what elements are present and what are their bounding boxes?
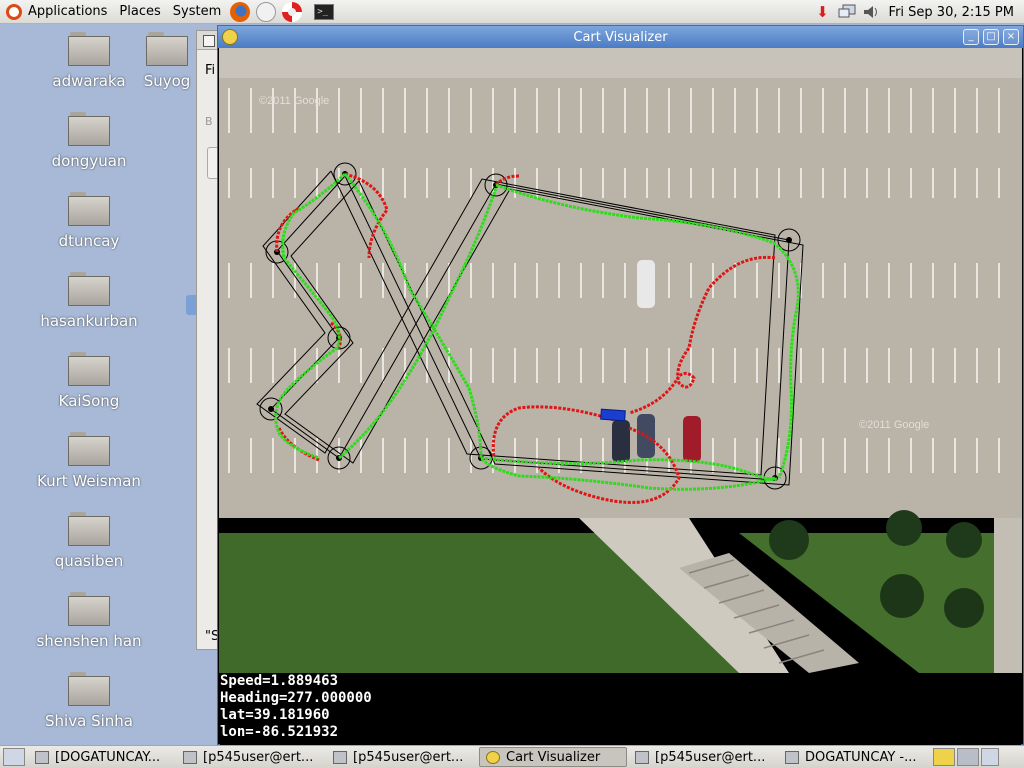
back-window-toolbar-fragment: B <box>205 115 213 128</box>
desktop-folder-quasiben[interactable]: quasiben <box>34 512 144 570</box>
cart-visualizer-icon <box>486 750 500 764</box>
volume-icon-graphic <box>863 6 877 18</box>
folder-icon <box>68 592 110 626</box>
taskbar-item-label: [p545user@ert... <box>203 749 314 765</box>
desktop-folder-label: dtuncay <box>58 232 120 250</box>
firefox-launcher[interactable] <box>229 1 251 22</box>
cart-visualizer-window[interactable]: Cart Visualizer _ □ × ©2011 Google ©2011… <box>217 25 1024 745</box>
desktop-folder-shenshen-han[interactable]: shenshen han <box>34 592 144 650</box>
window-icon <box>35 750 49 764</box>
taskbar-item[interactable]: [p545user@ert... <box>629 747 777 767</box>
network-icon[interactable] <box>837 3 857 21</box>
speed-readout: Speed=1.889463 <box>220 673 339 689</box>
taskbar-item-label: [DOGATUNCAY... <box>55 749 161 765</box>
heading-readout: Heading=277.000000 <box>220 690 372 706</box>
menu-system-label: System <box>172 4 222 19</box>
longitude-readout: lon=-86.521932 <box>220 724 339 740</box>
desktop-folder-shiva-sinha[interactable]: Shiva Sinha <box>34 672 144 730</box>
folder-icon <box>68 512 110 546</box>
taskbar-item[interactable]: DOGATUNCAY -... <box>779 747 929 767</box>
map-canvas[interactable]: ©2011 Google ©2011 Google <box>219 48 1022 673</box>
taskbar-item-label: Cart Visualizer <box>506 749 601 765</box>
menu-applications-label: Applications <box>28 4 108 19</box>
ubuntu-logo-icon <box>6 3 22 20</box>
folder-icon <box>68 272 110 306</box>
menu-system[interactable]: System <box>167 0 227 24</box>
top-panel: Applications Places System >_ ⬇ Fri Sep … <box>0 0 1024 24</box>
desktop-folder-label: Kurt Weisman <box>37 472 141 490</box>
mail-icon <box>256 1 277 22</box>
folder-icon <box>146 32 188 66</box>
trash-icon[interactable] <box>981 748 999 766</box>
close-button[interactable]: × <box>1003 29 1019 45</box>
desktop-folder-label: Shiva Sinha <box>45 712 133 730</box>
desktop-folder-dtuncay[interactable]: dtuncay <box>34 192 144 250</box>
help-lifebuoy-icon <box>282 1 303 22</box>
window-title: Cart Visualizer <box>573 29 668 45</box>
desktop-folder-label: quasiben <box>54 552 124 570</box>
map-watermark: ©2011 Google <box>859 419 929 431</box>
back-window-menu-fragment[interactable]: Fi <box>205 63 215 78</box>
folder-icon <box>68 112 110 146</box>
workspace-1-switcher[interactable] <box>933 748 955 766</box>
bottom-taskbar: [DOGATUNCAY... [p545user@ert... [p545use… <box>0 745 1024 768</box>
terminal-icon: >_ <box>314 3 335 20</box>
satellite-map-view[interactable]: ©2011 Google ©2011 Google <box>219 48 1022 673</box>
desktop-folder-label: dongyuan <box>51 152 127 170</box>
desktop-folder-label: hasankurban <box>40 312 138 330</box>
desktop-folder-label: shenshen han <box>36 632 142 650</box>
right-walkway <box>994 518 1022 673</box>
window-icon <box>785 750 799 764</box>
terminal-icon <box>333 750 347 764</box>
desktop-folder-dongyuan[interactable]: dongyuan <box>34 112 144 170</box>
taskbar-item-label: [p545user@ert... <box>655 749 766 765</box>
window-titlebar[interactable]: Cart Visualizer _ □ × <box>218 26 1023 48</box>
taskbar-item-label: [p545user@ert... <box>353 749 464 765</box>
update-notifier-icon[interactable]: ⬇ <box>813 3 833 21</box>
workspace-2-switcher[interactable] <box>957 748 979 766</box>
latitude-readout: lat=39.181960 <box>220 707 330 723</box>
system-tray: ⬇ Fri Sep 30, 2:15 PM <box>811 0 1024 24</box>
minimize-button[interactable]: _ <box>963 29 979 45</box>
help-launcher[interactable] <box>281 1 303 22</box>
app-icon <box>222 29 238 45</box>
desktop-folder-kaisong[interactable]: KaiSong <box>34 352 144 410</box>
terminal-icon <box>635 750 649 764</box>
menu-places[interactable]: Places <box>113 0 166 24</box>
network-icon-graphic <box>838 4 856 18</box>
folder-icon <box>68 672 110 706</box>
desktop-folder-kurt-weisman[interactable]: Kurt Weisman <box>34 432 144 490</box>
lot-top-strip <box>219 48 1022 78</box>
maximize-button[interactable]: □ <box>983 29 999 45</box>
folder-icon <box>68 432 110 466</box>
telemetry-readout: Speed=1.889463 Heading=277.000000 lat=39… <box>220 673 1021 745</box>
desktop-folder-label: Suyog <box>143 72 191 90</box>
mail-launcher[interactable] <box>255 1 277 22</box>
firefox-icon <box>230 1 251 22</box>
show-desktop-button[interactable] <box>3 748 25 766</box>
folder-icon <box>68 192 110 226</box>
taskbar-item-active[interactable]: Cart Visualizer <box>479 747 627 767</box>
taskbar-item[interactable]: [p545user@ert... <box>177 747 325 767</box>
taskbar-item[interactable]: [p545user@ert... <box>327 747 477 767</box>
desktop-folder-label: KaiSong <box>58 392 120 410</box>
desktop-folder-hasankurban[interactable]: hasankurban <box>34 272 144 330</box>
map-watermark: ©2011 Google <box>259 95 329 107</box>
terminal-icon <box>183 750 197 764</box>
cart-position-marker <box>600 408 626 422</box>
volume-icon[interactable] <box>861 3 881 21</box>
terminal-launcher[interactable]: >_ <box>313 2 335 22</box>
taskbar-item-label: DOGATUNCAY -... <box>805 749 917 765</box>
folder-icon <box>68 352 110 386</box>
window-icon <box>203 35 215 47</box>
clock[interactable]: Fri Sep 30, 2:15 PM <box>889 5 1014 20</box>
menu-places-label: Places <box>119 4 161 19</box>
taskbar-item[interactable]: [DOGATUNCAY... <box>29 747 175 767</box>
folder-icon <box>68 32 110 66</box>
back-window-edge-tab[interactable] <box>186 295 196 315</box>
menu-applications[interactable]: Applications <box>0 0 113 24</box>
